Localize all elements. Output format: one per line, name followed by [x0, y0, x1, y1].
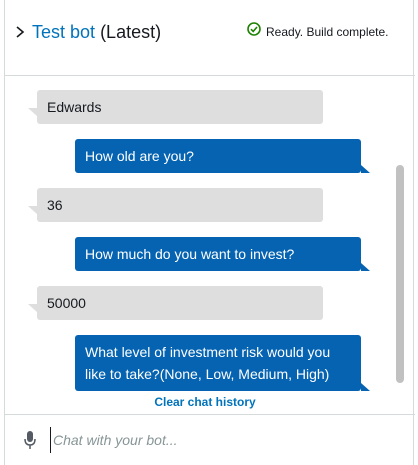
bot-message: What level of investment risk would you …: [75, 335, 370, 391]
chat-scrollbar-thumb[interactable]: [396, 165, 404, 383]
chat-input-bar: [5, 414, 415, 465]
user-message: Edwards: [28, 90, 323, 124]
panel-title: Test bot (Latest): [32, 21, 161, 43]
bot-message: How much do you want to invest?: [75, 237, 370, 271]
user-message: 50000: [28, 286, 323, 320]
build-status: Ready. Build complete.: [247, 22, 389, 41]
bot-name: Test bot: [32, 22, 96, 42]
clear-chat-history-link[interactable]: Clear chat history: [5, 395, 405, 409]
bot-version: (Latest): [100, 22, 162, 42]
panel-header: Test bot (Latest) Ready. Build complete.: [5, 0, 415, 76]
chat-history[interactable]: Edwards How old are you? 36 How much do …: [5, 77, 415, 414]
microphone-icon[interactable]: [23, 430, 37, 450]
bot-message: How old are you?: [75, 139, 370, 173]
chat-input[interactable]: [50, 427, 390, 453]
status-text: Ready. Build complete.: [266, 24, 389, 39]
check-circle-icon: [247, 22, 261, 41]
chevron-right-icon[interactable]: [13, 22, 27, 42]
user-message: 36: [28, 188, 323, 222]
test-bot-panel: Test bot (Latest) Ready. Build complete.…: [4, 0, 415, 465]
